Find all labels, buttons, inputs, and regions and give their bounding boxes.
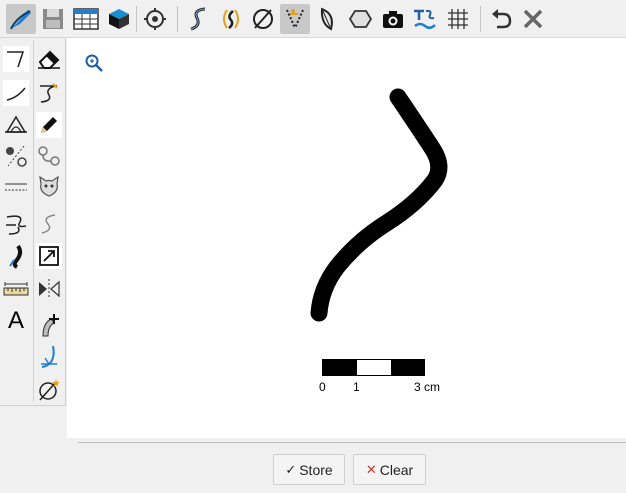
dots-slash-icon[interactable]	[3, 143, 29, 169]
resize-box-icon[interactable]	[36, 243, 62, 269]
handles-icon[interactable]	[36, 143, 62, 169]
cat-face-icon[interactable]	[36, 174, 62, 200]
clear-x-icon: ✕	[365, 461, 377, 477]
store-button-label: Store	[299, 461, 333, 478]
scale-label-1: 1	[353, 380, 360, 394]
draw-profile-icon[interactable]	[6, 4, 36, 34]
blue-pen-icon[interactable]	[36, 344, 62, 370]
save-disk-icon[interactable]	[38, 4, 68, 34]
main-toolbar	[0, 0, 626, 38]
ruler-icon[interactable]	[3, 276, 29, 302]
scale-label-0: 0	[319, 380, 326, 394]
rotate-curve-icon[interactable]	[216, 4, 246, 34]
scale-bar	[322, 359, 425, 376]
hexagon-icon[interactable]	[345, 4, 375, 34]
empty-set-star-icon[interactable]	[36, 377, 62, 403]
s-curve-icon[interactable]	[184, 4, 214, 34]
app-window: A 0 1 3 cm ✓ Store ✕ Clear	[0, 0, 626, 493]
empty-set-icon[interactable]	[248, 4, 278, 34]
corner-line-icon[interactable]	[3, 46, 29, 72]
3d-cube-icon[interactable]	[104, 4, 134, 34]
knife-curve-icon[interactable]	[36, 311, 62, 337]
profile-drawing	[310, 88, 448, 322]
eraser-icon[interactable]	[36, 46, 62, 72]
clear-button[interactable]: ✕ Clear	[353, 454, 426, 485]
store-button[interactable]: ✓ Store	[273, 454, 345, 485]
table-grid-icon[interactable]	[71, 4, 101, 34]
leaf-shape-icon[interactable]	[312, 4, 342, 34]
text-a-icon[interactable]: A	[3, 308, 29, 334]
camera-icon[interactable]	[378, 4, 408, 34]
curve-line-icon[interactable]	[3, 80, 29, 106]
curve-hook-icon[interactable]	[36, 80, 62, 106]
brush-stroke-icon[interactable]	[3, 243, 29, 269]
pencil-icon[interactable]	[36, 112, 62, 138]
text-brush-icon[interactable]	[410, 4, 440, 34]
clear-button-label: Clear	[379, 461, 414, 478]
scale-label-3cm: 3 cm	[414, 380, 441, 394]
mirror-icon[interactable]	[36, 276, 62, 302]
thin-s-icon[interactable]	[36, 211, 62, 237]
undo-icon[interactable]	[486, 4, 516, 34]
funnel-select-icon[interactable]	[280, 4, 310, 34]
drawing-canvas[interactable]: 0 1 3 cm	[67, 38, 626, 438]
dashed-lines-icon[interactable]	[3, 174, 29, 200]
grid-icon[interactable]	[443, 4, 473, 34]
triangle-hat-icon[interactable]	[3, 112, 29, 138]
s-hook-icon[interactable]	[3, 211, 29, 237]
target-icon[interactable]	[140, 4, 170, 34]
close-x-icon[interactable]	[518, 4, 548, 34]
checkmark-icon: ✓	[285, 461, 297, 477]
